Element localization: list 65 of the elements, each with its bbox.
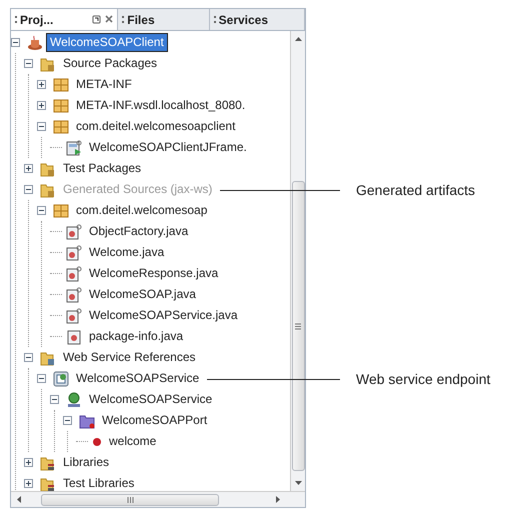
package-icon bbox=[53, 98, 69, 114]
scrollbar-thumb[interactable] bbox=[41, 494, 219, 506]
collapse-icon[interactable] bbox=[37, 122, 46, 131]
callout-label: Generated artifacts bbox=[356, 181, 476, 200]
tree-item-label[interactable]: WelcomeSOAPClientJFrame. bbox=[85, 138, 251, 157]
vertical-scrollbar[interactable] bbox=[290, 31, 305, 491]
tree-item-label[interactable]: welcome bbox=[105, 432, 160, 451]
tree-item-label[interactable]: Test Libraries bbox=[59, 474, 138, 491]
minimize-icon[interactable] bbox=[92, 15, 102, 24]
web-service-icon bbox=[53, 370, 69, 386]
expand-icon[interactable] bbox=[37, 101, 46, 110]
collapse-icon[interactable] bbox=[24, 59, 33, 68]
panel-tab[interactable]: Proj... bbox=[11, 9, 118, 30]
books-folder-icon bbox=[40, 476, 56, 491]
form-file-icon bbox=[66, 140, 82, 156]
tree-item-label[interactable]: com.deitel.welcomesoapclient bbox=[72, 117, 240, 136]
package-folder-icon bbox=[40, 182, 56, 198]
tree-item-label[interactable]: Web Service References bbox=[59, 348, 200, 367]
package-icon bbox=[53, 202, 69, 218]
scroll-left-icon[interactable] bbox=[17, 496, 21, 503]
package-folder-icon bbox=[40, 56, 56, 72]
tree-item-label[interactable]: WelcomeSOAPClient bbox=[46, 33, 168, 52]
collapse-icon[interactable] bbox=[24, 353, 33, 362]
expand-icon[interactable] bbox=[37, 80, 46, 89]
scroll-up-icon[interactable] bbox=[294, 37, 302, 41]
scroll-down-icon[interactable] bbox=[294, 481, 302, 485]
tree-item-label[interactable]: Libraries bbox=[59, 453, 114, 472]
java-file-icon bbox=[66, 308, 82, 324]
tree-item-label[interactable]: Test Packages bbox=[59, 159, 146, 178]
horizontal-scrollbar[interactable] bbox=[11, 491, 305, 507]
java-file-icon bbox=[66, 328, 82, 344]
tree-item-label[interactable]: META-INF.wsdl.localhost_8080. bbox=[72, 96, 250, 115]
java-file-icon bbox=[66, 244, 82, 260]
tree-item-label[interactable]: WelcomeSOAPService bbox=[85, 390, 216, 409]
tree-item-label[interactable]: WelcomeSOAPPort bbox=[98, 411, 212, 430]
scrollbar-thumb[interactable] bbox=[292, 181, 304, 471]
callout-label: Web service endpoint bbox=[356, 370, 490, 389]
close-icon[interactable] bbox=[105, 15, 114, 23]
service-folder-icon bbox=[40, 350, 56, 366]
expand-icon[interactable] bbox=[24, 458, 33, 467]
collapse-icon[interactable] bbox=[50, 395, 59, 404]
grip-icon bbox=[122, 16, 124, 24]
collapse-icon[interactable] bbox=[63, 416, 72, 425]
coffee-cup-icon bbox=[27, 34, 43, 50]
scroll-right-icon[interactable] bbox=[276, 496, 280, 503]
grip-icon bbox=[214, 16, 216, 24]
method-icon bbox=[92, 436, 102, 446]
tree-item-label[interactable]: Source Packages bbox=[59, 54, 162, 73]
java-file-icon bbox=[66, 286, 82, 302]
books-folder-icon bbox=[40, 454, 56, 470]
package-icon bbox=[53, 76, 69, 92]
globe-icon bbox=[66, 392, 82, 408]
collapse-icon[interactable] bbox=[37, 374, 46, 383]
java-file-icon bbox=[66, 224, 82, 240]
grip-icon bbox=[295, 322, 301, 330]
collapse-icon[interactable] bbox=[11, 38, 20, 47]
port-folder-icon bbox=[79, 412, 95, 428]
tree-item-label[interactable]: WelcomeSOAPService bbox=[72, 369, 204, 388]
expand-icon[interactable] bbox=[24, 479, 33, 488]
tree-item-label[interactable]: META-INF bbox=[72, 75, 136, 94]
package-folder-icon bbox=[40, 160, 56, 176]
java-file-icon bbox=[66, 266, 82, 282]
grip-icon bbox=[126, 496, 134, 502]
expand-icon[interactable] bbox=[24, 164, 33, 173]
package-icon bbox=[53, 118, 69, 134]
